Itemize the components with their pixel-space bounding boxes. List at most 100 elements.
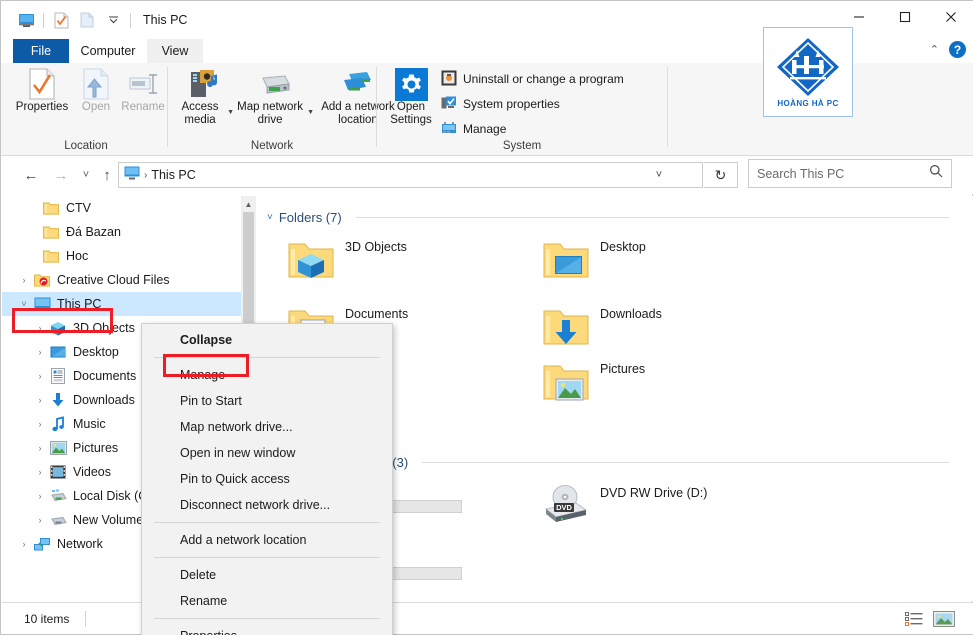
context-menu-item-add-a-network-location[interactable]: Add a network location	[142, 527, 392, 553]
chevron-right-icon[interactable]: ›	[32, 515, 48, 525]
context-menu-item-map-network-drive[interactable]: Map network drive...	[142, 414, 392, 440]
manage-label: Manage	[463, 122, 507, 136]
close-button[interactable]	[928, 1, 973, 32]
open-settings-button[interactable]: Open Settings	[385, 67, 437, 126]
computer-icon[interactable]	[13, 8, 39, 32]
context-menu-item-pin-to-start[interactable]: Pin to Start	[142, 388, 392, 414]
folder-pictures-icon	[542, 360, 590, 408]
item-count-label: 10 items	[24, 611, 70, 626]
folder-tile-pictures[interactable]: Pictures	[542, 360, 645, 408]
ribbon-group-location-label: Location	[64, 140, 108, 152]
view-toggle-group	[903, 609, 955, 629]
folders-section-title: Folders (7)	[278, 209, 342, 225]
access-media-button[interactable]: Access media ▼	[176, 67, 234, 126]
context-menu[interactable]: Collapse Manage Pin to Start Map network…	[141, 323, 393, 635]
this-pc-icon	[32, 296, 52, 312]
folder-tile-desktop[interactable]: Desktop	[542, 238, 646, 286]
address-dropdown-icon[interactable]: ˅	[646, 163, 672, 187]
ribbon-group-location: Properties Open Rename Location	[1, 63, 171, 155]
ribbon-group-network-label: Network	[250, 140, 294, 152]
chevron-right-icon[interactable]: ›	[32, 491, 48, 501]
properties-button[interactable]: Properties	[11, 67, 73, 114]
nav-item-creative-cloud-files[interactable]: › Creative Cloud Files	[2, 268, 241, 292]
folder-tile-3d-objects[interactable]: 3D Objects	[287, 238, 407, 286]
chevron-right-icon[interactable]: ›	[32, 419, 48, 429]
chevron-right-icon[interactable]: ›	[16, 539, 32, 549]
search-input[interactable]: Search This PC	[757, 167, 929, 181]
nav-label: Hoc	[66, 249, 89, 263]
details-view-icon[interactable]	[903, 609, 925, 629]
folders-section-header[interactable]: ˅ Folders (7)	[257, 204, 963, 230]
customize-qat-dropdown-icon[interactable]	[100, 8, 126, 32]
qat-divider-2	[130, 12, 131, 28]
chevron-right-icon[interactable]: ›	[32, 347, 48, 357]
new-folder-icon[interactable]	[74, 8, 100, 32]
refresh-button[interactable]: ↻	[704, 162, 738, 188]
nav-item-ctv[interactable]: CTV	[2, 196, 241, 220]
chevron-down-icon[interactable]: ˅	[16, 299, 32, 309]
chevron-right-icon[interactable]: ›	[32, 371, 48, 381]
scrollbar-thumb[interactable]	[243, 212, 254, 332]
folder-icon	[41, 200, 61, 216]
search-box[interactable]: Search This PC	[748, 159, 952, 188]
chevron-right-icon[interactable]: ›	[32, 323, 48, 333]
context-menu-item-delete[interactable]: Delete	[142, 562, 392, 588]
nav-label: This PC	[57, 297, 102, 311]
search-icon[interactable]	[929, 164, 943, 183]
address-field[interactable]: › This PC ˅	[118, 162, 703, 188]
folder-label: Documents	[345, 307, 409, 321]
chevron-right-icon[interactable]: ›	[16, 275, 32, 285]
context-menu-item-collapse[interactable]: Collapse	[142, 327, 392, 353]
context-menu-item-open-in-new-window[interactable]: Open in new window	[142, 440, 392, 466]
properties-icon[interactable]	[48, 8, 74, 32]
large-icons-view-icon[interactable]	[933, 609, 955, 629]
nav-item-hoc[interactable]: Hoc	[2, 244, 241, 268]
context-menu-item-disconnect-network-drive[interactable]: Disconnect network drive...	[142, 492, 392, 518]
drive-name: DVD RW Drive (D:)	[600, 486, 708, 500]
open-button[interactable]: Open	[75, 67, 117, 114]
chevron-right-icon[interactable]: ›	[32, 395, 48, 405]
folder-label: 3D Objects	[345, 240, 407, 254]
collapse-ribbon-icon[interactable]: ⌃	[930, 43, 939, 56]
forward-button[interactable]: →	[50, 164, 72, 186]
access-media-label: Access media	[181, 101, 219, 126]
music-icon	[48, 416, 68, 432]
tab-file[interactable]: File	[13, 39, 69, 63]
breadcrumb-this-pc[interactable]: This PC	[151, 168, 195, 182]
watermark-logo: HOÀNG HÀ PC	[763, 27, 853, 117]
rename-button[interactable]: Rename	[117, 67, 169, 114]
help-icon[interactable]: ?	[949, 41, 966, 58]
system-properties-label: System properties	[463, 97, 560, 111]
maximize-button[interactable]	[882, 1, 928, 32]
map-network-drive-caret-icon[interactable]: ▼	[307, 107, 314, 120]
context-menu-item-pin-to-quick-access[interactable]: Pin to Quick access	[142, 466, 392, 492]
scroll-up-icon[interactable]: ▲	[241, 196, 256, 212]
recent-locations-button[interactable]: ˅	[75, 164, 97, 186]
tab-view[interactable]: View	[147, 39, 203, 63]
pictures-icon	[48, 440, 68, 456]
rename-icon	[127, 67, 159, 101]
system-properties-item[interactable]: System properties	[441, 94, 560, 114]
folder-label: Desktop	[600, 240, 646, 254]
manage-icon	[441, 120, 457, 139]
map-network-drive-button[interactable]: Map network drive ▼	[236, 67, 314, 126]
chevron-right-icon[interactable]: ›	[32, 467, 48, 477]
nav-item-da-bazan[interactable]: Đá Bazan	[2, 220, 241, 244]
videos-icon	[48, 464, 68, 480]
chevron-down-icon[interactable]: ˅	[267, 212, 273, 223]
context-menu-separator	[154, 618, 380, 619]
access-media-caret-icon[interactable]: ▼	[227, 107, 234, 120]
manage-item[interactable]: Manage	[441, 119, 506, 139]
context-menu-item-properties[interactable]: Properties	[142, 623, 392, 635]
folder-icon	[41, 248, 61, 264]
nav-item-this-pc[interactable]: ˅ This PC	[2, 292, 241, 316]
tab-computer[interactable]: Computer	[69, 39, 147, 63]
uninstall-program-item[interactable]: Uninstall or change a program	[441, 69, 624, 89]
chevron-right-icon[interactable]: ›	[32, 443, 48, 453]
drive-tile-dvd-rw-d[interactable]: DVD DVD RW Drive (D:)	[542, 484, 707, 532]
back-button[interactable]: ←	[20, 164, 42, 186]
up-button[interactable]: ↑	[96, 164, 118, 186]
context-menu-item-rename[interactable]: Rename	[142, 588, 392, 614]
context-menu-item-manage[interactable]: Manage	[142, 362, 392, 388]
folder-tile-downloads[interactable]: Downloads	[542, 305, 662, 353]
